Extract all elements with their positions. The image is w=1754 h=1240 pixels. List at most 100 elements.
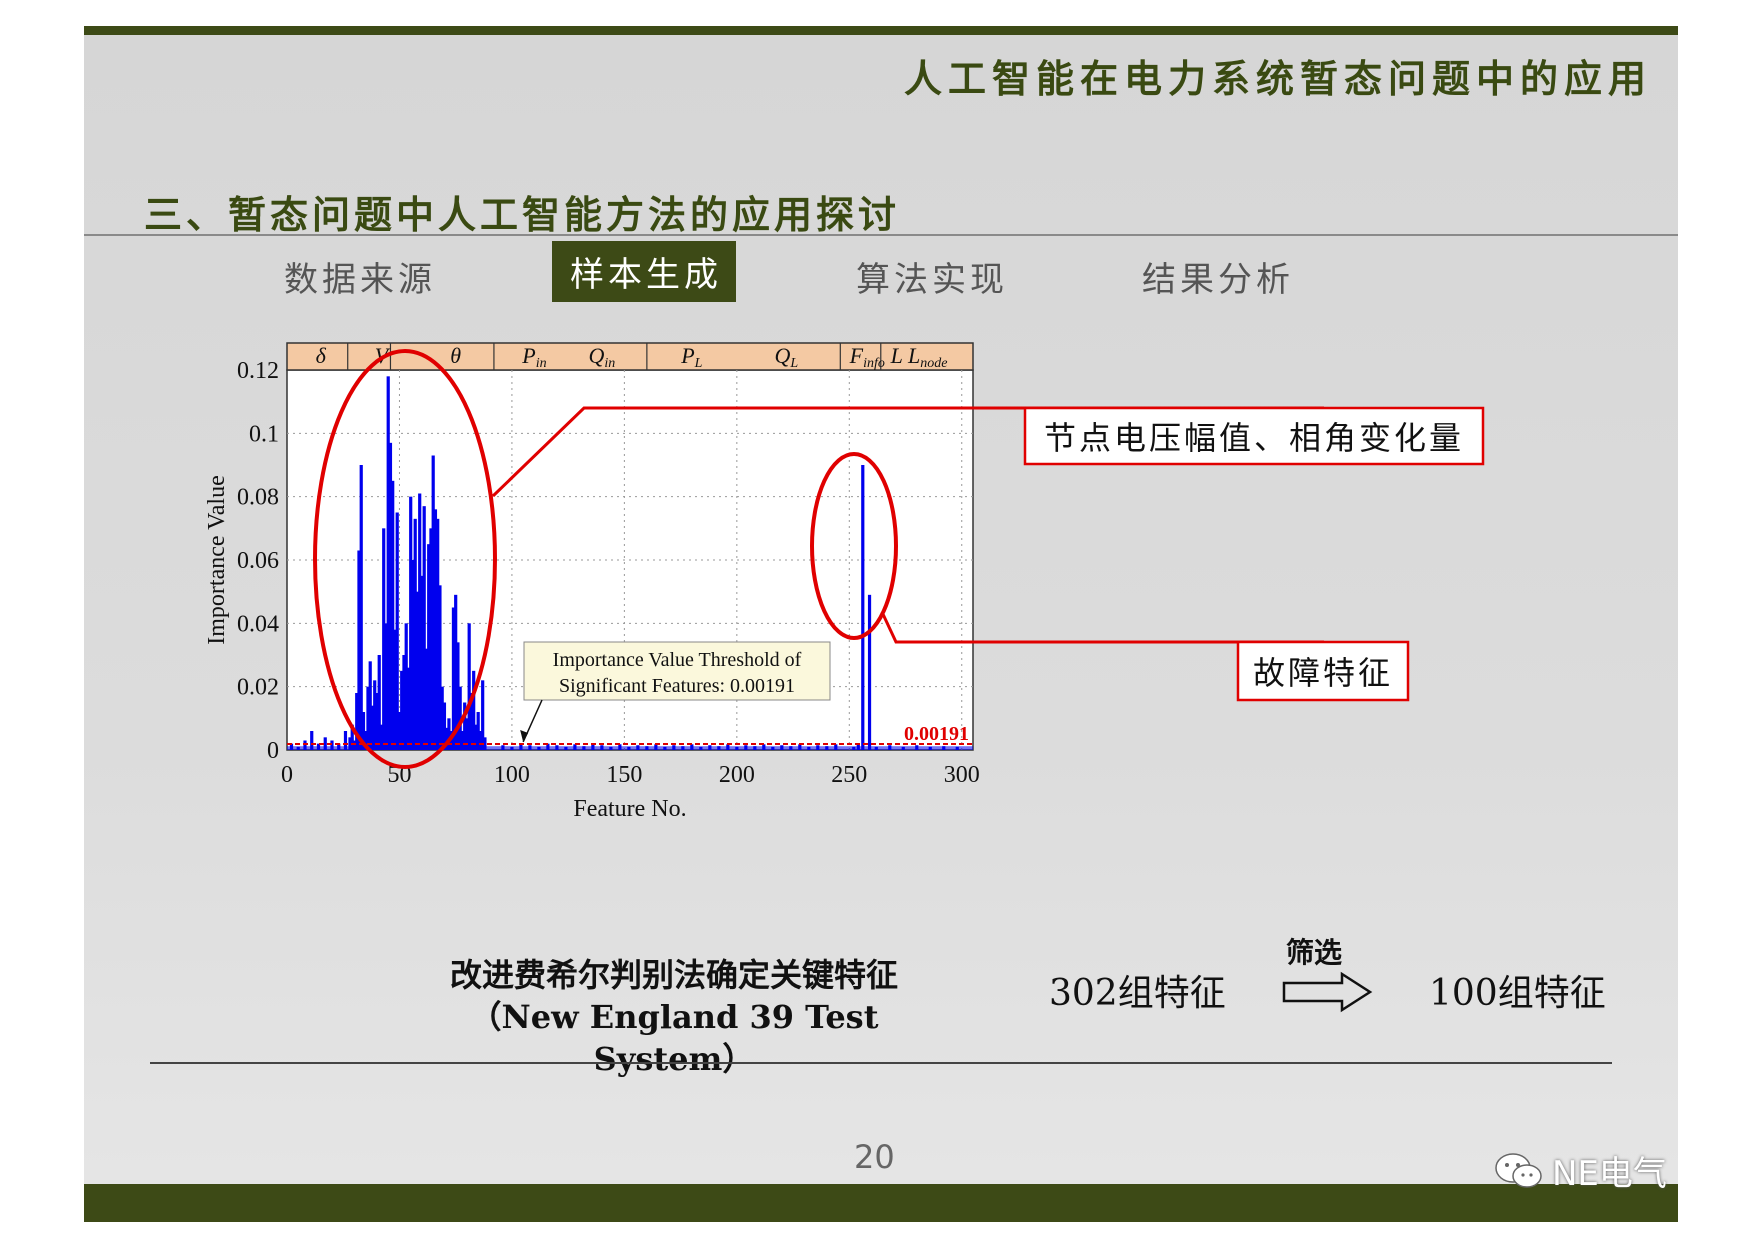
data-bar xyxy=(555,745,559,750)
data-bar xyxy=(447,718,451,750)
data-bar xyxy=(672,745,676,750)
data-bar xyxy=(753,746,757,750)
data-bar xyxy=(861,465,865,750)
x-tick-label: 0 xyxy=(281,762,293,788)
data-bar xyxy=(582,746,586,750)
x-tick-label: 200 xyxy=(719,762,755,788)
y-tick-label: 0.02 xyxy=(237,675,279,701)
data-bar xyxy=(348,737,352,750)
data-bar xyxy=(807,746,811,750)
data-bar xyxy=(289,743,294,750)
header-title: 人工智能在电力系统暂态问题中的应用 xyxy=(903,56,1652,101)
data-bar xyxy=(654,744,658,750)
data-bar xyxy=(717,746,721,750)
data-bar xyxy=(386,376,390,750)
data-bar xyxy=(816,745,820,750)
x-axis-label: Feature No. xyxy=(573,796,686,822)
bottom-bar xyxy=(84,1184,1678,1222)
voltage-callout-box xyxy=(1023,406,1485,466)
data-bar xyxy=(395,512,399,750)
data-bar xyxy=(856,743,860,750)
data-bar xyxy=(406,667,411,750)
data-bar xyxy=(537,746,541,750)
tab-data-source[interactable]: 数据来源 xyxy=(284,252,436,301)
data-bar xyxy=(359,465,363,750)
feature-count-to: 100组特征 xyxy=(1429,973,1606,1014)
data-bar xyxy=(442,702,447,750)
feature-count-from: 302组特征 xyxy=(1049,973,1226,1014)
data-bar xyxy=(424,648,429,750)
slide: 人工智能在电力系统暂态问题中的应用 三、暂态问题中人工智能方法的应用探讨 数据来… xyxy=(84,26,1678,1222)
data-bar xyxy=(618,744,622,750)
data-bar xyxy=(400,670,404,750)
data-bar xyxy=(726,744,730,750)
data-bar xyxy=(463,702,467,750)
data-bar xyxy=(600,745,604,750)
wechat-brand: NE电气 xyxy=(1494,1146,1667,1195)
x-tick-label: 150 xyxy=(606,762,642,788)
data-bar xyxy=(445,727,449,750)
data-bar xyxy=(368,661,372,750)
fault-callout-text: 故障特征 xyxy=(1253,654,1393,692)
data-bar xyxy=(510,746,514,750)
data-bar xyxy=(411,560,415,750)
data-bar xyxy=(874,746,878,750)
tab-result-analysis[interactable]: 结果分析 xyxy=(1142,252,1294,301)
group-label: Pin xyxy=(521,343,546,371)
data-bar xyxy=(519,743,523,750)
data-bar xyxy=(388,442,393,750)
data-bar xyxy=(789,746,793,750)
tab-sample-generation[interactable]: 样本生成 xyxy=(552,241,736,302)
x-tick-label: 300 xyxy=(944,762,980,788)
tab-algorithm[interactable]: 算法实现 xyxy=(856,252,1008,301)
data-bar xyxy=(573,744,577,750)
caption-line2: （New England 39 Test System） xyxy=(469,998,879,1078)
data-bar xyxy=(415,591,420,750)
data-bar xyxy=(364,731,368,750)
section-title: 三、暂态问题中人工智能方法的应用探讨 xyxy=(144,192,901,237)
data-bar xyxy=(762,744,766,750)
voltage-highlight-ellipse xyxy=(313,349,497,769)
group-label: δ xyxy=(316,343,327,368)
data-bar xyxy=(476,712,480,750)
x-tick-label: 250 xyxy=(831,762,867,788)
data-bar xyxy=(690,744,694,750)
data-bar xyxy=(546,743,550,750)
data-bar xyxy=(465,718,469,750)
data-bar xyxy=(393,629,397,750)
group-label: QL xyxy=(774,343,798,371)
data-bar xyxy=(404,623,408,750)
fault-highlight-ellipse xyxy=(810,452,898,640)
annotation-box xyxy=(523,641,831,701)
data-bar xyxy=(915,745,919,750)
data-bar xyxy=(296,746,300,750)
y-axis-label: Importance Value xyxy=(204,475,230,645)
x-tick-label: 100 xyxy=(494,762,530,788)
data-bar xyxy=(343,731,348,750)
group-label: Qin xyxy=(588,343,615,371)
data-bar xyxy=(458,686,462,750)
data-bar xyxy=(303,740,307,750)
y-tick-label: 0.06 xyxy=(237,548,279,574)
data-bar xyxy=(431,455,435,750)
data-bar xyxy=(402,655,406,750)
data-bar xyxy=(928,746,932,750)
data-bar xyxy=(867,594,872,750)
annotation-line2: Significant Features: 0.00191 xyxy=(559,675,795,697)
data-bar xyxy=(681,746,685,750)
data-bar xyxy=(384,623,388,750)
data-bar xyxy=(440,686,444,750)
page-number: 20 xyxy=(854,1138,895,1176)
data-bar xyxy=(361,712,366,750)
caption-line1: 改进费希尔判别法确定关键特征 xyxy=(449,956,898,994)
data-bar xyxy=(888,745,892,750)
wechat-icon xyxy=(1495,1152,1542,1188)
fault-callout-box xyxy=(1236,640,1410,702)
data-bar xyxy=(645,746,649,750)
data-bar xyxy=(699,746,703,750)
data-bar xyxy=(467,623,471,750)
y-tick-label: 0.12 xyxy=(237,358,279,384)
data-bar xyxy=(942,746,946,750)
y-tick-label: 0.04 xyxy=(237,611,279,637)
data-bar xyxy=(316,743,321,750)
